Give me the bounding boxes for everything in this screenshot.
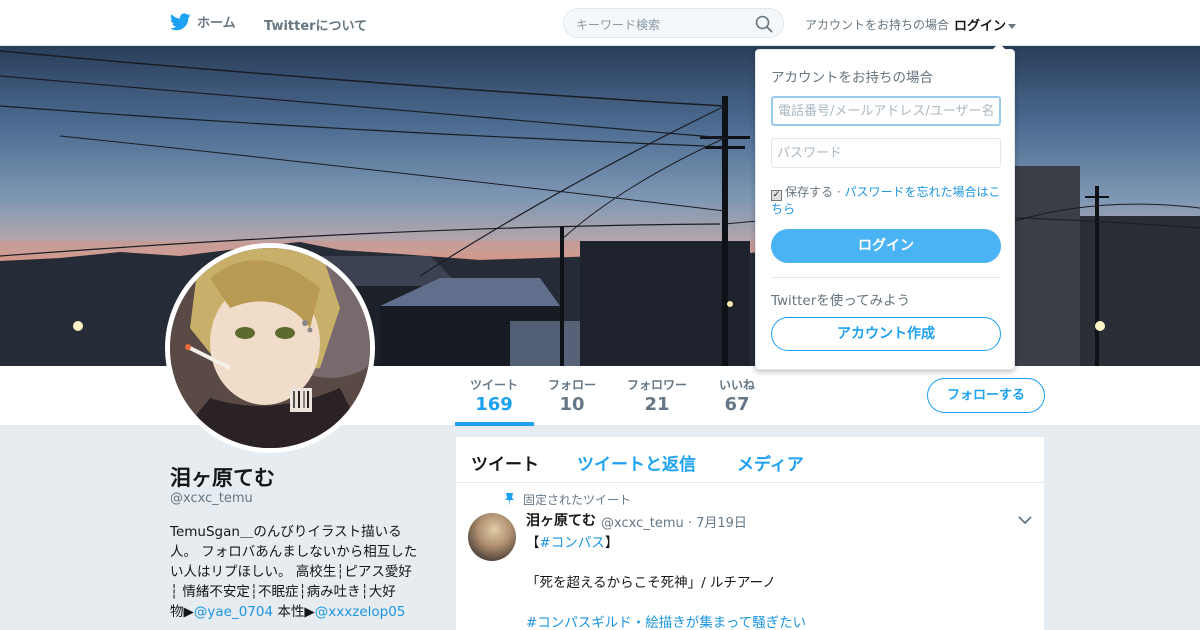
bio-mention-link[interactable]: @yae_0704 [194,604,273,620]
hashtag-link[interactable]: #コンパスギルド・絵描きが集まって騒ぎたい [526,611,806,630]
tweet-text: 【 [526,535,540,551]
bio-line: 人。 フォロバあんましないから相互した [170,544,418,560]
bio-line: 物▶@yae_0704 本性▶@xxxzelop05 [170,602,432,622]
signup-button[interactable]: アカウント作成 [771,317,1001,351]
stat-likes[interactable]: いいね 67 [719,376,755,415]
tweet-text: 】 [604,535,619,551]
remember-checkbox[interactable]: ✓ [771,190,782,201]
have-account-text: アカウントをお持ちの場合 [805,18,950,32]
dropdown-arrow [992,43,1006,50]
tweet-text-line: 【#コンパス】 [526,531,618,551]
stat-value: 10 [559,394,585,415]
login-dropdown-title: アカウントをお持ちの場合 [771,70,933,86]
profile-handle: @xcxc_temu [170,491,253,506]
stat-followers[interactable]: フォロワー 21 [627,376,687,415]
login-button[interactable]: ログイン [771,229,1001,263]
profile-avatar[interactable] [165,243,375,453]
try-twitter-text: Twitterを使ってみよう [771,293,911,309]
search-icon[interactable] [755,15,773,33]
twitter-bird-icon [170,12,191,30]
follow-button[interactable]: フォローする [927,378,1045,413]
tab-media[interactable]: メディア [737,450,804,475]
timeline-tabs: ツイート ツイートと返信 メディア [456,437,1044,483]
tweet-author-name[interactable]: 泪ヶ原てむ [526,510,596,530]
timeline: ツイート ツイートと返信 メディア 固定されたツイート 泪ヶ原てむ @xcxc_… [456,437,1044,630]
profile-bio: TemuSgan＿のんびりイラスト描いる 人。 フォロバあんましないから相互した… [170,522,432,622]
stat-tweets[interactable]: ツイート 169 [470,376,518,415]
login-toggle-label: ログイン [954,19,1007,34]
remember-me-row: ✓ 保存する · パスワードを忘れた場合はこちら [771,185,1001,216]
top-nav-bar: ホーム Twitterについて キーワード検索 アカウントをお持ちの場合 ログイ… [0,0,1200,46]
bio-line: い人はリプほしい。 高校生┆ピアス愛好 [170,564,412,580]
stat-value: 169 [475,394,513,415]
caret-down-icon [1008,24,1017,29]
nav-home-label: ホーム [197,16,236,31]
stat-value: 67 [724,394,750,415]
pin-icon [505,493,514,506]
bio-line: ┆ 情緒不安定┆不眠症┆病み吐き┆大好 [170,584,396,600]
bio-line: TemuSgan＿のんびりイラスト描いる [170,524,402,540]
chevron-down-icon[interactable] [1018,515,1032,525]
tab-tweets-and-replies[interactable]: ツイートと返信 [577,450,696,475]
remember-label[interactable]: 保存する [785,185,833,199]
nav-about-link[interactable]: Twitterについて [264,15,367,34]
password-input[interactable] [771,138,1001,168]
tweet-meta[interactable]: @xcxc_temu · 7月19日 [601,512,747,531]
active-stat-indicator [455,422,534,426]
stat-label: いいね [719,378,756,392]
bio-text: 物▶ [170,604,194,620]
stat-value: 21 [644,394,670,415]
bio-mention-link[interactable]: @xxxzelop05 [315,604,406,620]
tweet-text-line: 「死を超えるからこそ死神」/ ルチアーノ [526,575,776,591]
pinned-tweet-label: 固定されたツイート [504,491,631,508]
login-dropdown: アカウントをお持ちの場合 ✓保存する · パスワードを忘れた場合はこちら ログイ… [755,43,1015,370]
login-dropdown-toggle[interactable]: ログイン [954,15,1017,34]
tweet-avatar[interactable] [468,513,516,561]
stat-following[interactable]: フォロー 10 [548,376,596,415]
search-input[interactable]: キーワード検索 [563,8,784,38]
hashtag-link[interactable]: #コンパス [540,535,605,551]
stat-label: フォロワー [627,378,688,392]
nav-home-link[interactable]: ホーム [170,12,236,31]
stat-label: ツイート [470,378,519,392]
tab-tweets[interactable]: ツイート [471,450,539,475]
divider [771,277,1001,278]
avatar-illustration [170,248,370,448]
search-placeholder: キーワード検索 [576,18,661,32]
profile-name: 泪ヶ原てむ [170,466,275,490]
bio-text: 本性▶ [273,604,315,620]
stat-label: フォロー [548,378,597,392]
username-input[interactable] [771,96,1001,126]
pinned-label-text: 固定されたツイート [523,493,632,507]
